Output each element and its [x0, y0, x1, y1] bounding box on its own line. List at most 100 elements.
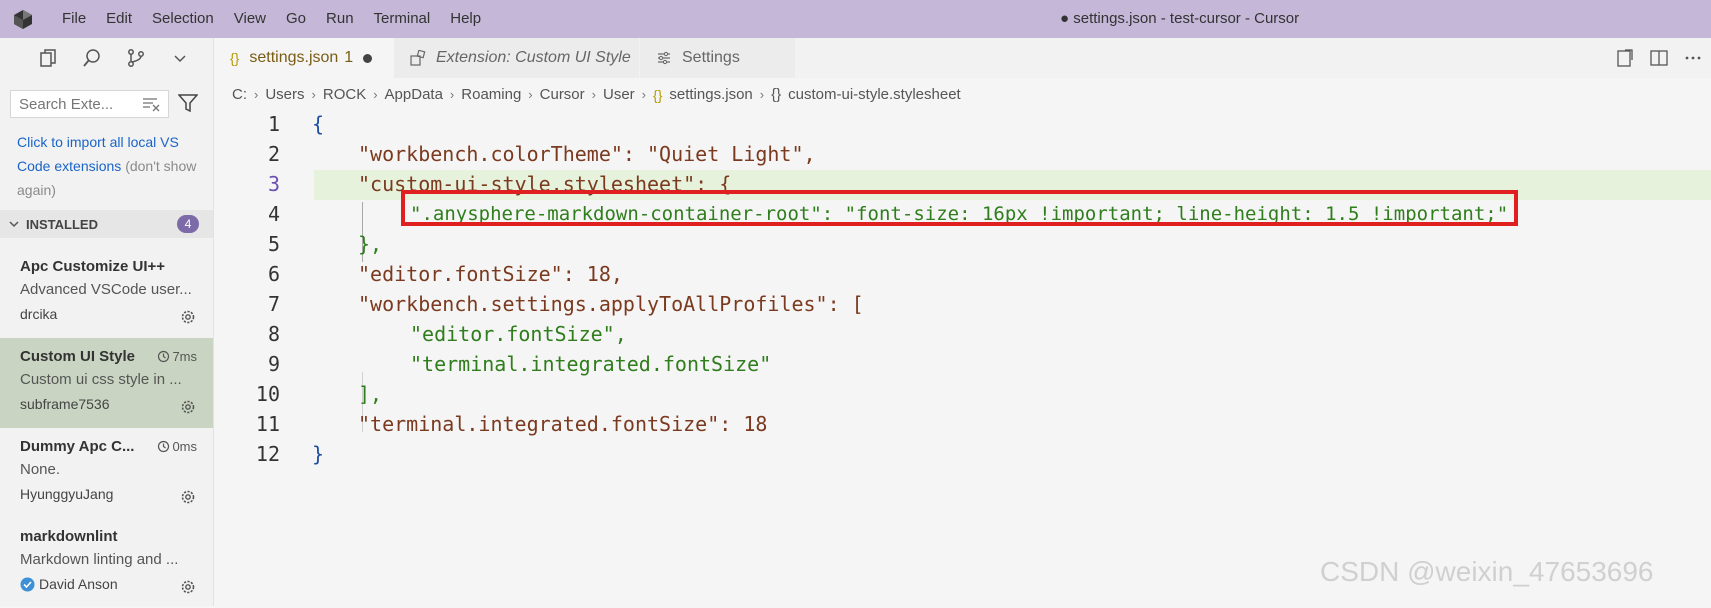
code-line: 8 "editor.fontSize", [214, 319, 1711, 349]
json-braces-icon: {} [230, 50, 240, 66]
installed-section-header[interactable]: INSTALLED 4 [0, 210, 213, 238]
breadcrumb-item[interactable]: AppData [385, 86, 443, 103]
extension-author: subframe7536 [20, 396, 110, 412]
menu-selection[interactable]: Selection [142, 0, 224, 38]
tab-label: settings.json [249, 49, 339, 66]
editor-actions [1615, 48, 1703, 68]
line-number: 2 [267, 142, 280, 166]
code-line: 11 "terminal.integrated.fontSize": 18 [214, 409, 1711, 439]
menu-go[interactable]: Go [276, 0, 316, 38]
breadcrumb-item[interactable]: custom-ui-style.stylesheet [788, 86, 961, 103]
installed-label: INSTALLED [26, 216, 98, 232]
extension-search-box[interactable] [10, 90, 169, 118]
extension-description: Advanced VSCode user... [20, 281, 192, 298]
line-number: 11 [255, 412, 280, 436]
clear-filter-icon[interactable] [142, 96, 160, 112]
code-text: { [312, 112, 325, 136]
extension-item[interactable]: Apc Customize UI++ Advanced VSCode user.… [0, 248, 213, 338]
breadcrumb-item[interactable]: ROCK [323, 86, 366, 103]
code-text: "editor.fontSize": 18, [358, 262, 623, 286]
line-number: 3 [267, 172, 280, 196]
code-line: 10 ], [214, 379, 1711, 409]
code-text: "terminal.integrated.fontSize" [410, 352, 772, 376]
tab-settings[interactable]: Settings [640, 38, 795, 78]
line-number: 8 [267, 322, 280, 346]
extension-author: drcika [20, 306, 58, 322]
code-line: 2 "workbench.colorTheme": "Quiet Light", [214, 139, 1711, 169]
activation-time-value: 0ms [172, 439, 197, 454]
chevron-right-icon: › [641, 87, 647, 102]
window-title: ● settings.json - test-cursor - Cursor [1060, 10, 1300, 27]
code-editor[interactable]: 1 { 2 "workbench.colorTheme": "Quiet Lig… [214, 106, 1711, 606]
unsaved-dot-icon[interactable] [363, 53, 373, 63]
extension-author-row: David Anson [20, 576, 118, 592]
title-bar: File Edit Selection View Go Run Terminal… [0, 0, 1711, 38]
activation-time-value: 7ms [172, 349, 197, 364]
explorer-files-icon[interactable] [38, 48, 58, 68]
split-editor-icon[interactable] [1649, 48, 1669, 68]
line-number: 7 [267, 292, 280, 316]
search-icon[interactable] [82, 48, 102, 68]
source-control-icon[interactable] [126, 48, 146, 68]
extension-item[interactable]: markdownlint Markdown linting and ... Da… [0, 518, 213, 608]
json-braces-icon: {} [653, 86, 663, 103]
verified-badge-icon [20, 577, 35, 591]
line-number: 9 [267, 352, 280, 376]
line-number: 5 [267, 232, 280, 256]
tab-label: Extension: Custom UI Style [436, 49, 631, 66]
tab-settings-json[interactable]: {} settings.json 1 [214, 38, 394, 78]
menu-run[interactable]: Run [316, 0, 364, 38]
open-settings-file-icon[interactable] [1615, 48, 1635, 68]
breadcrumb-item[interactable]: Roaming [461, 86, 521, 103]
search-input[interactable] [17, 91, 139, 117]
code-line: 7 "workbench.settings.applyToAllProfiles… [214, 289, 1711, 319]
watermark: CSDN @weixin_47653696 [1320, 556, 1654, 587]
object-braces-icon: {} [771, 86, 782, 103]
menu-help[interactable]: Help [440, 0, 491, 38]
chevron-down-icon [9, 221, 19, 228]
breadcrumb-item[interactable]: User [603, 86, 635, 103]
code-text: "workbench.settings.applyToAllProfiles":… [358, 292, 864, 316]
extension-name: markdownlint [20, 528, 118, 545]
extension-icon [410, 50, 426, 66]
gear-icon[interactable] [179, 308, 197, 326]
extension-item[interactable]: Dummy Apc C... 0ms None. HyunggyuJang [0, 428, 213, 518]
highlight-annotation-box [401, 190, 1518, 226]
menu-file[interactable]: File [52, 0, 96, 38]
extensions-sidebar: Click to import all local VS Code extens… [0, 38, 214, 606]
breadcrumb-item[interactable]: Cursor [540, 86, 585, 103]
extension-item-selected[interactable]: Custom UI Style 7ms Custom ui css style … [0, 338, 213, 428]
history-clock-icon [158, 350, 170, 363]
breadcrumb-item[interactable]: C: [232, 86, 247, 103]
extension-description: Custom ui css style in ... [20, 371, 182, 388]
more-actions-icon[interactable] [1683, 48, 1703, 68]
code-line: 1 { [214, 109, 1711, 139]
chevron-right-icon: › [528, 87, 533, 102]
gear-icon[interactable] [179, 398, 197, 416]
chevron-right-icon: › [591, 87, 596, 102]
activation-time: 7ms [157, 349, 197, 364]
gear-icon[interactable] [179, 488, 197, 506]
code-text: }, [358, 232, 383, 256]
settings-sliders-icon [658, 51, 670, 65]
extension-name: Apc Customize UI++ [20, 258, 166, 275]
chevron-right-icon: › [311, 87, 316, 102]
breadcrumb-item[interactable]: Users [265, 86, 304, 103]
chevron-down-icon[interactable] [170, 48, 190, 68]
menu-view[interactable]: View [224, 0, 276, 38]
tab-extension-custom-ui-style[interactable]: Extension: Custom UI Style [394, 38, 639, 78]
line-number: 10 [255, 382, 280, 406]
history-clock-icon [158, 440, 170, 453]
code-text: "editor.fontSize", [410, 322, 627, 346]
menu-terminal[interactable]: Terminal [364, 0, 441, 38]
menu-edit[interactable]: Edit [96, 0, 142, 38]
code-line: 12 } [214, 439, 1711, 469]
extension-author: HyunggyuJang [20, 486, 114, 502]
gear-icon[interactable] [179, 578, 197, 596]
line-number: 6 [267, 262, 280, 286]
cursor-logo-icon [14, 10, 32, 29]
activation-time: 0ms [157, 439, 197, 454]
breadcrumb-item[interactable]: settings.json [669, 86, 752, 103]
extension-description: Markdown linting and ... [20, 551, 179, 568]
filter-icon[interactable] [178, 94, 198, 112]
